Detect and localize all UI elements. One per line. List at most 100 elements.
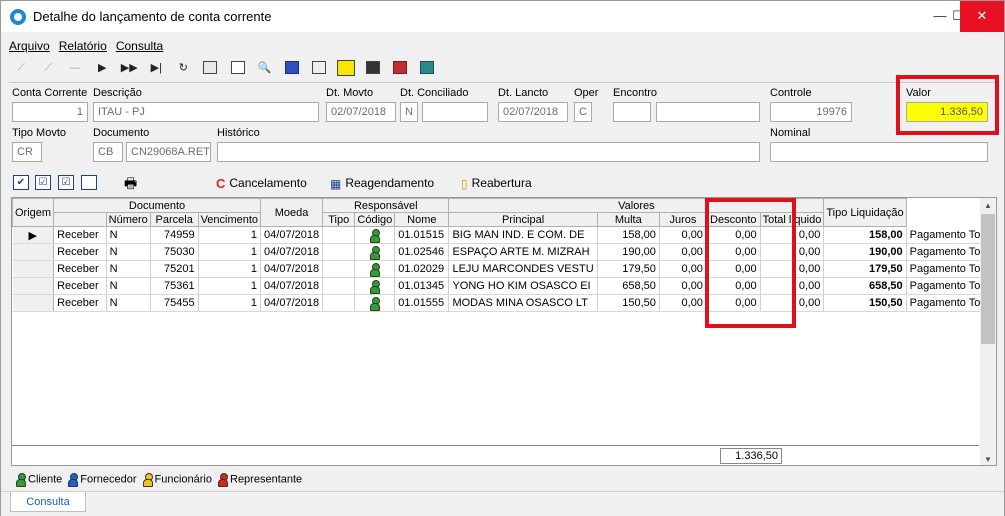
col-vencimento[interactable]: Vencimento [197, 212, 262, 227]
cell-codigo: 01.01515 [394, 226, 450, 244]
cell-principal: 190,00 [597, 243, 660, 261]
col-nome[interactable]: Nome [394, 212, 450, 227]
filter-icon[interactable] [336, 58, 356, 78]
controle-field[interactable]: 19976 [770, 102, 852, 122]
cell-multa: 0,00 [659, 260, 707, 278]
cell-principal: 158,00 [597, 226, 660, 244]
table-row[interactable]: Receber N 75361 1 04/07/2018 01.01345 YONG HO … [12, 277, 996, 295]
col-tipo-liquidacao[interactable]: Tipo Liquidação [823, 198, 907, 227]
col-juros[interactable]: Juros [658, 212, 707, 227]
col-principal[interactable]: Principal [448, 212, 598, 227]
cell-numero: 75201 [150, 260, 199, 278]
exit-icon[interactable] [417, 58, 437, 78]
cell-principal: 150,50 [597, 294, 660, 312]
person-icon [142, 473, 153, 487]
check-all-icon[interactable]: ✔ [13, 175, 29, 190]
grid-table: Origem Documento Moeda Responsável Valor… [12, 198, 996, 312]
print-icon[interactable]: 🖶 [124, 171, 137, 195]
descricao-field[interactable]: ITAU - PJ [93, 102, 319, 122]
menu-relatorio[interactable]: Relatório [59, 39, 107, 53]
encontro-label: Encontro [613, 87, 658, 99]
title-bar: Detalhe do lançamento de conta corrente … [1, 1, 1004, 32]
printer-settings-icon[interactable] [200, 58, 220, 78]
report-icon[interactable] [363, 58, 383, 78]
last-record-icon[interactable]: ▶| [146, 58, 166, 78]
cell-nome: YONG HO KIM OSASCO EI [448, 277, 598, 295]
legend-label: Fornecedor [80, 473, 137, 486]
encontro-field-2[interactable] [656, 102, 760, 122]
col-origem[interactable]: Origem [12, 198, 55, 227]
oper-field[interactable]: C [574, 102, 592, 122]
print-preview-icon[interactable] [228, 58, 248, 78]
cell-nome: ESPAÇO ARTE M. MIZRAH [448, 243, 598, 261]
conta-corrente-field[interactable]: 1 [12, 102, 88, 122]
legend-label: Funcionário [154, 473, 212, 486]
document-icon: ▯ [461, 176, 468, 191]
cliente-icon [370, 245, 381, 260]
table-row[interactable]: ▶ Receber N 74959 1 04/07/2018 01.01515 BIG MAN… [12, 226, 996, 244]
toolbar-separator [9, 82, 997, 83]
menu-consulta[interactable]: Consulta [116, 39, 163, 53]
prior-record-icon[interactable]: — [65, 58, 85, 78]
table-row[interactable]: Receber N 75455 1 04/07/2018 01.01555 MODAS MI… [12, 294, 996, 312]
encontro-field-1[interactable] [613, 102, 651, 122]
totals-separator [12, 445, 979, 446]
conciliado-flag-field[interactable]: N [400, 102, 418, 122]
scrollbar-thumb[interactable] [981, 214, 995, 344]
dt-conciliado-field[interactable] [422, 102, 488, 122]
cell-multa: 0,00 [659, 243, 707, 261]
first-record-icon[interactable]: ⟋ [11, 58, 31, 78]
refresh-icon[interactable]: ↻ [173, 58, 193, 78]
goto-icon[interactable] [309, 58, 329, 78]
scroll-up-icon[interactable]: ▲ [984, 201, 992, 210]
cell-tipo [354, 260, 396, 278]
cell-total-liquido: 179,50 [823, 260, 907, 278]
documento-tipo-field[interactable]: CB [93, 142, 123, 162]
cell-moeda [322, 294, 356, 312]
tipo-movto-field[interactable]: CR [12, 142, 42, 162]
export-icon[interactable] [390, 58, 410, 78]
row-indicator [12, 243, 55, 261]
legend-label: Cliente [28, 473, 63, 486]
uncheck-icon[interactable] [81, 175, 97, 190]
cell-origem: Receber [53, 226, 107, 244]
col-numero[interactable]: Número [105, 212, 151, 227]
dt-movto-field[interactable]: 02/07/2018 [326, 102, 396, 122]
toolbar: ⟋ ⟋ — ▶ ▶▶ ▶| ↻ 🔍 [11, 58, 441, 80]
table-row[interactable]: Receber N 75030 1 04/07/2018 01.02546 ESPAÇO A… [12, 243, 996, 261]
nominal-field[interactable] [770, 142, 988, 162]
cell-total-liquido: 658,50 [823, 277, 907, 295]
table-row[interactable]: Receber N 75201 1 04/07/2018 01.02029 LEJU MAR… [12, 260, 996, 278]
cell-vencimento: 04/07/2018 [260, 243, 324, 261]
col-codigo[interactable]: Código [354, 212, 396, 227]
col-tipo[interactable]: Tipo [322, 212, 356, 227]
cancel-icon: C [216, 175, 226, 191]
col-multa[interactable]: Multa [596, 212, 660, 227]
check-list-icon[interactable]: ☑ [35, 175, 51, 190]
col-parcela[interactable]: Parcela [149, 212, 199, 227]
total-liquido-highlight-box [705, 198, 796, 328]
tab-consulta[interactable]: Consulta [10, 492, 86, 512]
row-indicator [12, 277, 55, 295]
legend-item: Cliente [16, 473, 63, 487]
search-icon[interactable]: 🔍 [255, 58, 275, 78]
dt-lancto-field[interactable]: 02/07/2018 [498, 102, 568, 122]
book-icon[interactable] [282, 58, 302, 78]
reabertura-button[interactable]: ▯ Reabertura [461, 171, 532, 195]
documento-field[interactable]: CN29068A.RET [126, 142, 211, 162]
calendar-icon: ▦ [330, 176, 342, 191]
col-flag [53, 212, 107, 227]
scroll-down-icon[interactable]: ▼ [984, 455, 992, 464]
historico-field[interactable] [217, 142, 760, 162]
prior-page-icon[interactable]: ⟋ [38, 58, 58, 78]
next-page-icon[interactable]: ▶▶ [119, 58, 139, 78]
close-button[interactable]: ✕ [960, 1, 1004, 32]
check-selected-icon[interactable]: ☑ [58, 175, 74, 190]
cancelamento-button[interactable]: C Cancelamento [216, 171, 307, 195]
row-indicator: ▶ [12, 226, 55, 244]
col-moeda[interactable]: Moeda [260, 198, 324, 227]
reagendamento-button[interactable]: ▦ Reagendamento [330, 171, 434, 195]
next-record-icon[interactable]: ▶ [92, 58, 112, 78]
menu-arquivo[interactable]: Arquivo [9, 39, 50, 53]
group-responsavel: Responsável [322, 198, 450, 213]
